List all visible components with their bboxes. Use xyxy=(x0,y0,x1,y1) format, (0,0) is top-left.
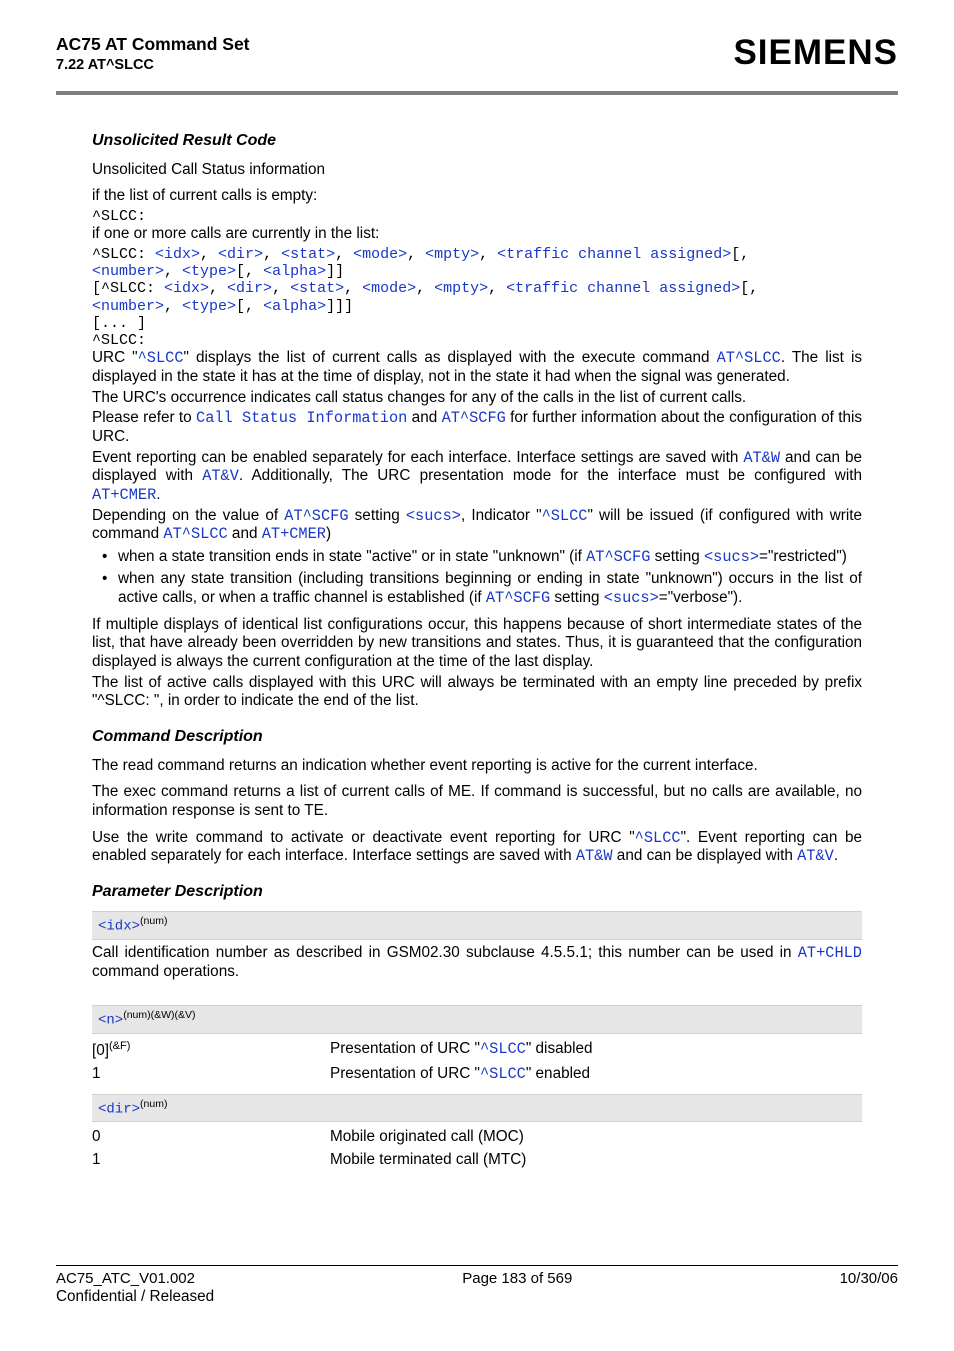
urc-desc-2: The URC's occurrence indicates call stat… xyxy=(92,389,862,408)
sucs-link[interactable]: <sucs> xyxy=(406,507,461,525)
param-mpty-link[interactable]: <mpty> xyxy=(425,246,479,263)
table-row: 0 Mobile originated call (MOC) xyxy=(92,1126,862,1149)
call-status-info-link[interactable]: Call Status Information xyxy=(196,409,407,427)
urc-if-empty-label: if the list of current calls is empty: xyxy=(92,187,862,206)
dir-key-1: 1 xyxy=(92,1149,330,1172)
urc-closing-1: If multiple displays of identical list c… xyxy=(92,616,862,672)
footer-rule xyxy=(56,1265,898,1266)
footer-left: AC75_ATC_V01.002 xyxy=(56,1270,195,1288)
param-traffic-link2[interactable]: <traffic channel assigned> xyxy=(506,280,740,297)
at-cmer-link[interactable]: AT+CMER xyxy=(92,486,156,504)
param-mode-link[interactable]: <mode> xyxy=(353,246,407,263)
at-chld-link[interactable]: AT+CHLD xyxy=(798,944,862,962)
footer-left2: Confidential / Released xyxy=(56,1288,898,1307)
param-alpha-link[interactable]: <alpha> xyxy=(263,263,326,280)
slcc-link-cmd[interactable]: ^SLCC xyxy=(635,829,681,847)
n-key-0-sup: (&F) xyxy=(109,1040,130,1052)
urc-closing-2: The list of active calls displayed with … xyxy=(92,674,862,711)
slcc-link-n1[interactable]: ^SLCC xyxy=(480,1065,526,1083)
at-scfg-link[interactable]: AT^SCFG xyxy=(442,409,506,427)
atv-link[interactable]: AT&V xyxy=(202,467,239,485)
at-cmer-link2[interactable]: AT+CMER xyxy=(262,525,326,543)
param-heading: Parameter Description xyxy=(92,882,862,902)
urc-bullet-2: when any state transition (including tra… xyxy=(118,570,862,607)
n-key-1: 1 xyxy=(92,1063,330,1086)
urc-desc-4: Event reporting can be enabled separatel… xyxy=(92,449,862,505)
urc-code-block: ^SLCC: <idx>, <dir>, <stat>, <mode>, <mp… xyxy=(92,246,862,350)
urc-desc-5: Depending on the value of AT^SCFG settin… xyxy=(92,507,862,544)
header-title: AC75 AT Command Set xyxy=(56,34,250,55)
at-slcc-link2[interactable]: AT^SLCC xyxy=(163,525,227,543)
param-dir-header: <dir>(num) xyxy=(92,1094,862,1123)
sucs-link3[interactable]: <sucs> xyxy=(604,589,659,607)
dir-val-1: Mobile terminated call (MTC) xyxy=(330,1149,862,1172)
dir-key-0: 0 xyxy=(92,1126,330,1149)
cmd-p2: The exec command returns a list of curre… xyxy=(92,783,862,820)
urc-if-calls-label: if one or more calls are currently in th… xyxy=(92,225,862,244)
page-footer: AC75_ATC_V01.002 Page 183 of 569 10/30/0… xyxy=(56,1265,898,1307)
header-subtitle: 7.22 AT^SLCC xyxy=(56,57,250,75)
table-row: 1 Presentation of URC "^SLCC" enabled xyxy=(92,1063,862,1086)
param-dir-table: 0 Mobile originated call (MOC) 1 Mobile … xyxy=(92,1126,862,1171)
slcc-urc-link[interactable]: ^SLCC xyxy=(138,349,184,367)
table-row: [0](&F) Presentation of URC "^SLCC" disa… xyxy=(92,1038,862,1063)
param-dir-link[interactable]: <dir> xyxy=(218,246,263,263)
atw-link[interactable]: AT&W xyxy=(743,449,780,467)
page-header: AC75 AT Command Set 7.22 AT^SLCC SIEMENS xyxy=(56,34,898,83)
param-number-link[interactable]: <number> xyxy=(92,263,164,280)
param-alpha-link2[interactable]: <alpha> xyxy=(263,298,326,315)
slcc-link-n0[interactable]: ^SLCC xyxy=(480,1040,526,1058)
at-scfg-link4[interactable]: AT^SCFG xyxy=(486,589,550,607)
param-type-link[interactable]: <type> xyxy=(182,263,236,280)
at-slcc-link[interactable]: AT^SLCC xyxy=(717,349,781,367)
n-key-0: [0] xyxy=(92,1042,109,1059)
param-idx-link[interactable]: <idx> xyxy=(155,246,200,263)
at-scfg-link2[interactable]: AT^SCFG xyxy=(284,507,348,525)
urc-desc-3: Please refer to Call Status Information … xyxy=(92,409,862,446)
atw-link2[interactable]: AT&W xyxy=(576,847,613,865)
cmd-p3: Use the write command to activate or dea… xyxy=(92,829,862,866)
cmd-p1: The read command returns an indication w… xyxy=(92,757,862,776)
atv-link2[interactable]: AT&V xyxy=(797,847,834,865)
urc-bullet-1: when a state transition ends in state "a… xyxy=(118,548,862,567)
urc-desc-1: URC "^SLCC" displays the list of current… xyxy=(92,349,862,386)
param-number-link2[interactable]: <number> xyxy=(92,298,164,315)
param-type-link2[interactable]: <type> xyxy=(182,298,236,315)
param-stat-link2[interactable]: <stat> xyxy=(290,280,344,297)
urc-intro: Unsolicited Call Status information xyxy=(92,161,862,180)
sucs-link2[interactable]: <sucs> xyxy=(704,548,759,566)
param-idx-header: <idx>(num) xyxy=(92,911,862,940)
siemens-logo: SIEMENS xyxy=(733,32,898,75)
footer-right: 10/30/06 xyxy=(840,1270,898,1288)
urc-empty-code: ^SLCC: xyxy=(92,208,862,225)
param-n-table: [0](&F) Presentation of URC "^SLCC" disa… xyxy=(92,1038,862,1085)
at-scfg-link3[interactable]: AT^SCFG xyxy=(586,548,650,566)
param-idx-link2[interactable]: <idx> xyxy=(164,280,209,297)
slcc-ind-link[interactable]: ^SLCC xyxy=(542,507,588,525)
urc-bullet-list: when a state transition ends in state "a… xyxy=(92,548,862,608)
param-dir-link2[interactable]: <dir> xyxy=(227,280,272,297)
param-stat-link[interactable]: <stat> xyxy=(281,246,335,263)
footer-center: Page 183 of 569 xyxy=(462,1270,572,1288)
param-mode-link2[interactable]: <mode> xyxy=(362,280,416,297)
table-row: 1 Mobile terminated call (MTC) xyxy=(92,1149,862,1172)
param-traffic-link[interactable]: <traffic channel assigned> xyxy=(497,246,731,263)
dir-val-0: Mobile originated call (MOC) xyxy=(330,1126,862,1149)
param-n-header: <n>(num)(&W)(&V) xyxy=(92,1005,862,1034)
param-idx-desc: Call identification number as described … xyxy=(92,944,862,981)
cmd-heading: Command Description xyxy=(92,727,862,747)
urc-heading: Unsolicited Result Code xyxy=(92,131,862,151)
param-mpty-link2[interactable]: <mpty> xyxy=(434,280,488,297)
